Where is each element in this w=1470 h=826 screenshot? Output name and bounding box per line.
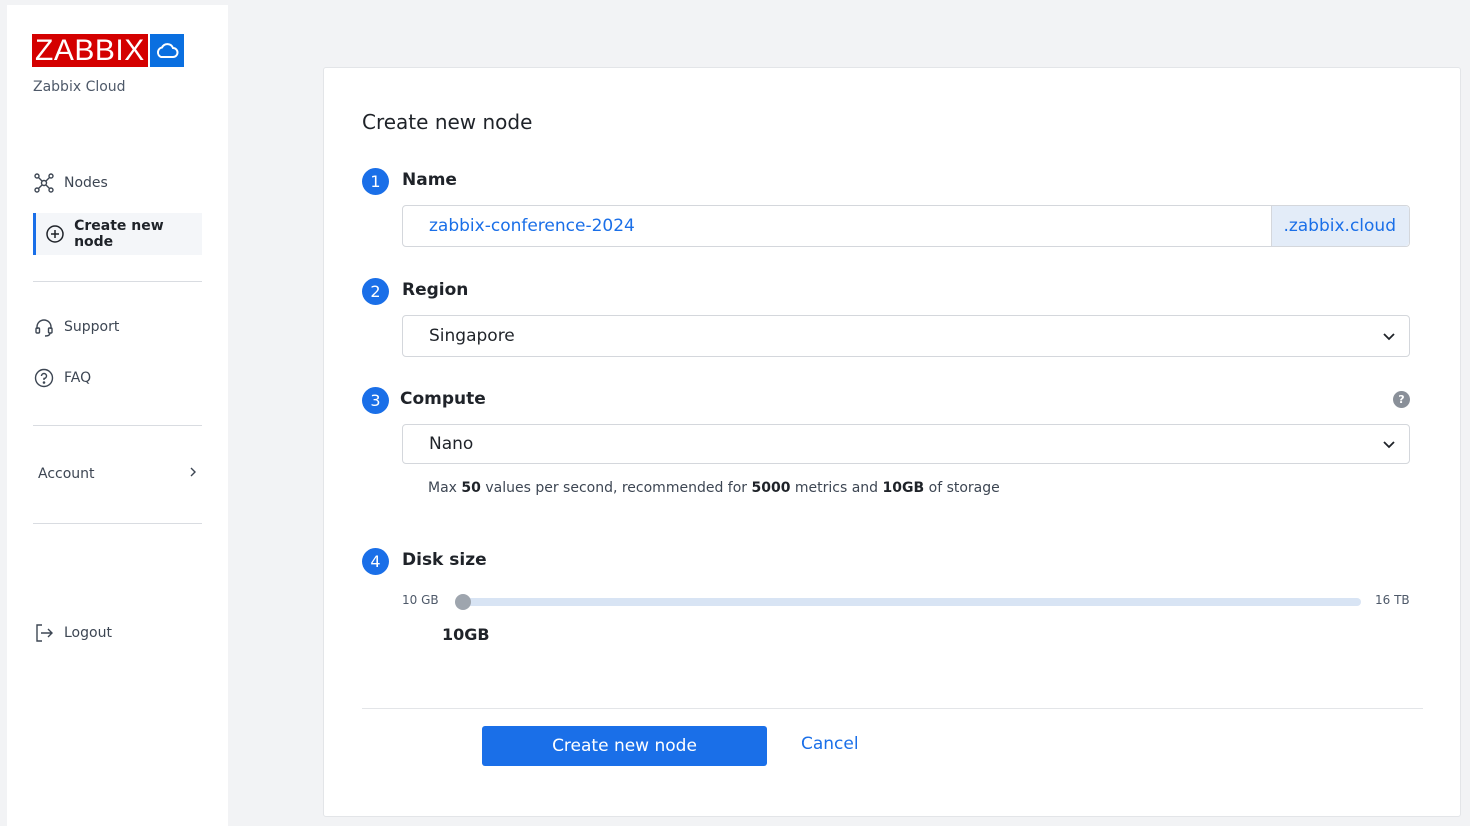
compute-label: Compute bbox=[400, 389, 486, 409]
logo-wordmark: ZABBIX bbox=[32, 34, 148, 67]
step-badge: 4 bbox=[362, 548, 389, 575]
node-name-input[interactable]: zabbix-conference-2024 .zabbix.cloud bbox=[402, 205, 1410, 247]
slider-thumb[interactable] bbox=[455, 594, 471, 610]
cancel-button[interactable]: Cancel bbox=[801, 734, 859, 754]
sidebar-item-support[interactable]: Support bbox=[33, 306, 119, 348]
sidebar: ZABBIX Zabbix Cloud Nodes Create new nod… bbox=[7, 5, 228, 826]
step-badge: 2 bbox=[362, 278, 389, 305]
step-badge: 3 bbox=[362, 387, 389, 414]
node-name-value[interactable]: zabbix-conference-2024 bbox=[403, 216, 1271, 236]
region-label: Region bbox=[402, 280, 469, 300]
disk-size-value: 10GB bbox=[442, 625, 490, 644]
logout-label: Logout bbox=[64, 625, 112, 641]
chevron-down-icon bbox=[1369, 439, 1409, 449]
disk-size-slider[interactable] bbox=[462, 598, 1361, 606]
page-title: Create new node bbox=[362, 110, 533, 134]
sidebar-item-account[interactable]: Account bbox=[38, 460, 198, 488]
compute-select[interactable]: Nano bbox=[402, 424, 1410, 464]
slider-min-label: 10 GB bbox=[402, 593, 439, 607]
sidebar-item-create-new-node[interactable]: Create new node bbox=[33, 213, 202, 255]
domain-suffix: .zabbix.cloud bbox=[1271, 206, 1409, 246]
sidebar-divider bbox=[33, 523, 202, 524]
sidebar-item-faq[interactable]: FAQ bbox=[33, 357, 91, 399]
sidebar-divider bbox=[33, 425, 202, 426]
compute-value: Nano bbox=[429, 434, 474, 454]
app-subtitle: Zabbix Cloud bbox=[33, 79, 126, 95]
region-select[interactable]: Singapore bbox=[402, 315, 1410, 357]
chevron-right-icon bbox=[188, 466, 198, 482]
chevron-down-icon bbox=[1369, 331, 1409, 341]
sidebar-item-nodes[interactable]: Nodes bbox=[33, 162, 108, 204]
cloud-icon bbox=[149, 34, 184, 67]
name-label: Name bbox=[402, 170, 457, 190]
logout-icon bbox=[33, 622, 55, 644]
create-node-form: Create new node 1 Name zabbix-conference… bbox=[323, 67, 1461, 817]
step-badge: 1 bbox=[362, 168, 389, 195]
disk-size-label: Disk size bbox=[402, 550, 487, 570]
headset-icon bbox=[33, 316, 55, 338]
sidebar-item-logout[interactable]: Logout bbox=[33, 612, 112, 654]
sidebar-divider bbox=[33, 281, 202, 282]
question-circle-icon bbox=[33, 367, 55, 389]
form-divider bbox=[362, 708, 1423, 709]
create-node-button[interactable]: Create new node bbox=[482, 726, 767, 766]
slider-max-label: 16 TB bbox=[1375, 593, 1410, 607]
compute-description: Max 50 values per second, recommended fo… bbox=[428, 480, 1000, 496]
account-label: Account bbox=[38, 466, 95, 482]
nodes-icon bbox=[33, 172, 55, 194]
zabbix-logo[interactable]: ZABBIX bbox=[32, 34, 184, 67]
sidebar-item-label: FAQ bbox=[64, 370, 92, 386]
plus-circle-icon bbox=[44, 223, 65, 245]
sidebar-item-label: Create new node bbox=[74, 218, 164, 250]
help-icon[interactable]: ? bbox=[1393, 391, 1410, 408]
sidebar-item-label: Nodes bbox=[64, 175, 108, 191]
sidebar-item-label: Support bbox=[64, 319, 120, 335]
region-value: Singapore bbox=[429, 326, 515, 346]
